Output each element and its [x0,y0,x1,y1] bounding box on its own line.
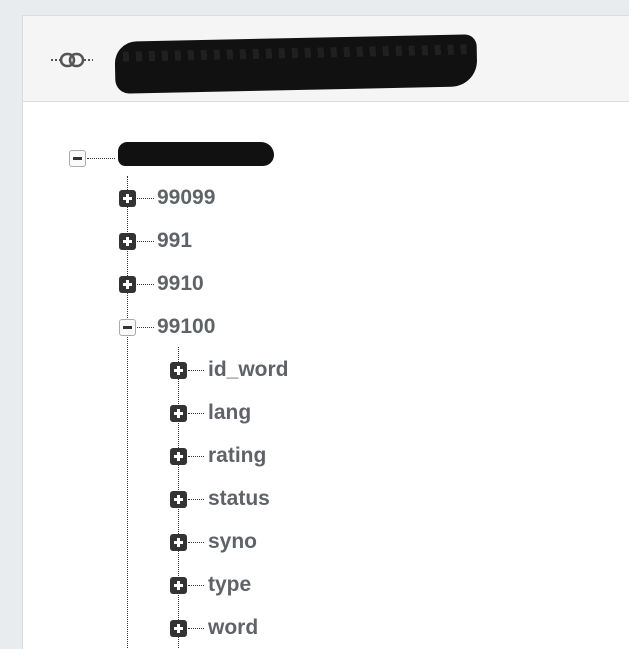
tree-node-label[interactable]: 991 [157,229,192,253]
connector [137,198,154,199]
tree-node-label[interactable]: rating [208,444,266,468]
tree-node-label[interactable]: status [208,487,270,511]
connector [188,499,204,500]
connector [188,585,204,586]
connector [87,158,115,159]
redacted-database-url [114,34,478,94]
root-collapse-toggle[interactable] [69,150,86,167]
expand-toggle[interactable] [119,190,136,207]
redacted-root-key [118,142,274,166]
connector [137,241,154,242]
link-icon [51,52,93,68]
connector [188,456,204,457]
connector [137,284,154,285]
expand-toggle[interactable] [170,491,187,508]
collapse-toggle[interactable] [119,319,136,336]
expand-toggle[interactable] [170,577,187,594]
tree-node-label[interactable]: type [208,573,251,597]
tree-node-label[interactable]: lang [208,401,251,425]
tree-node-label[interactable]: id_word [208,358,289,382]
connector [188,628,204,629]
url-header [23,16,629,102]
tree-node-label[interactable]: 9910 [157,272,204,296]
tree-node-label[interactable]: syno [208,530,257,554]
expand-toggle[interactable] [170,362,187,379]
expand-toggle[interactable] [170,405,187,422]
database-viewer-panel [22,15,629,649]
expand-toggle[interactable] [119,233,136,250]
expand-toggle[interactable] [170,534,187,551]
expand-toggle[interactable] [119,276,136,293]
tree-node-label[interactable]: word [208,616,258,640]
expand-toggle[interactable] [170,448,187,465]
connector [188,370,204,371]
tree-node-label[interactable]: 99100 [157,315,215,339]
expand-toggle[interactable] [170,620,187,637]
connector [137,327,154,328]
connector [188,413,204,414]
connector [188,542,204,543]
tree-node-label[interactable]: 99099 [157,186,215,210]
